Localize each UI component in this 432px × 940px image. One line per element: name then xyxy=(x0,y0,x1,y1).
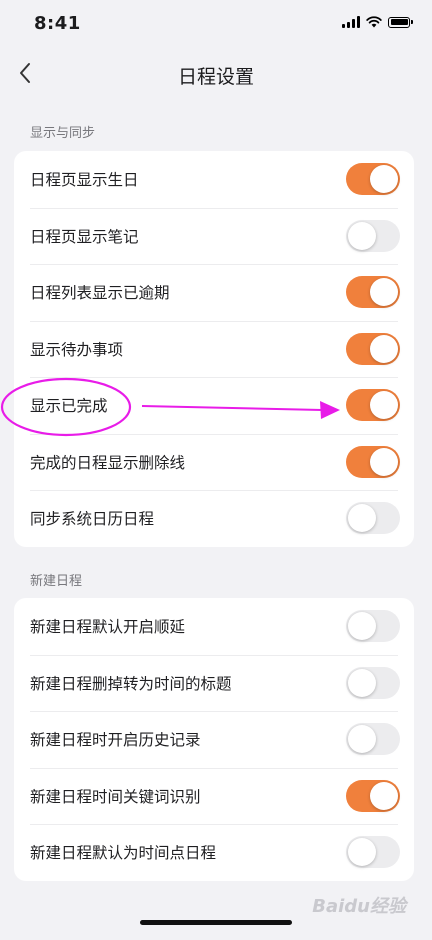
setting-row: 日程页显示生日 xyxy=(14,151,414,208)
setting-label: 新建日程默认开启顺延 xyxy=(30,618,186,637)
toggle-knob xyxy=(348,725,376,754)
setting-label: 新建日程默认为时间点日程 xyxy=(30,844,217,863)
setting-label: 日程页显示生日 xyxy=(30,171,139,190)
toggle-switch[interactable] xyxy=(346,219,400,252)
setting-row: 新建日程时开启历史记录 xyxy=(14,711,414,768)
setting-row: 新建日程时间关键词识别 xyxy=(14,767,414,825)
toggle-switch[interactable] xyxy=(346,666,400,699)
toggle-knob xyxy=(370,781,398,810)
setting-row: 新建日程默认为时间点日程 xyxy=(14,824,414,881)
setting-label: 显示已完成 xyxy=(30,397,108,416)
status-time: 8:41 xyxy=(34,13,81,34)
setting-label: 日程页显示笔记 xyxy=(30,227,139,246)
toggle-switch[interactable] xyxy=(346,163,400,196)
setting-row: 新建日程默认开启顺延 xyxy=(14,598,414,655)
toggle-switch[interactable] xyxy=(346,610,400,643)
toggle-knob xyxy=(370,447,398,476)
toggle-switch[interactable] xyxy=(346,332,400,365)
status-bar: 8:41 xyxy=(0,0,432,48)
section-header-display-sync: 显示与同步 xyxy=(30,126,96,141)
toggle-knob xyxy=(370,391,398,420)
setting-row: 新建日程删掉转为时间的标题 xyxy=(14,654,414,712)
setting-row: 显示已完成 xyxy=(14,377,414,434)
toggle-switch[interactable] xyxy=(346,389,400,422)
setting-label: 日程列表显示已逾期 xyxy=(30,284,170,303)
wifi-icon xyxy=(366,16,382,28)
toggle-switch[interactable] xyxy=(346,836,400,869)
toggle-switch[interactable] xyxy=(346,779,400,812)
setting-label: 显示待办事项 xyxy=(30,340,124,359)
setting-label: 完成的日程显示删除线 xyxy=(30,453,186,472)
battery-icon xyxy=(388,16,413,28)
home-indicator[interactable] xyxy=(140,920,292,925)
setting-row: 显示待办事项 xyxy=(14,320,414,378)
toggle-knob xyxy=(370,334,398,363)
toggle-knob xyxy=(348,838,376,867)
toggle-switch[interactable] xyxy=(346,502,400,535)
setting-label: 新建日程删掉转为时间的标题 xyxy=(30,674,232,693)
toggle-switch[interactable] xyxy=(346,276,400,309)
status-icons xyxy=(342,16,413,28)
setting-row: 日程列表显示已逾期 xyxy=(14,264,414,321)
setting-row: 完成的日程显示删除线 xyxy=(14,433,414,491)
setting-row: 日程页显示笔记 xyxy=(14,207,414,265)
setting-label: 新建日程时间关键词识别 xyxy=(30,787,201,806)
toggle-knob xyxy=(370,165,398,194)
nav-bar: 日程设置 xyxy=(0,48,432,100)
toggle-knob xyxy=(370,278,398,307)
toggle-switch[interactable] xyxy=(346,445,400,478)
toggle-switch[interactable] xyxy=(346,723,400,756)
setting-label: 同步系统日历日程 xyxy=(30,510,155,529)
toggle-knob xyxy=(348,504,376,533)
page-title: 日程设置 xyxy=(177,66,254,88)
setting-row: 同步系统日历日程 xyxy=(14,490,414,547)
setting-label: 新建日程时开启历史记录 xyxy=(30,731,201,750)
settings-card-new-event: 新建日程默认开启顺延 新建日程删掉转为时间的标题 新建日程时开启历史记录 新建日… xyxy=(14,598,414,881)
cellular-signal-icon xyxy=(342,16,360,28)
watermark: Baidu经验 xyxy=(312,896,406,917)
toggle-knob xyxy=(348,612,376,641)
section-header-new-event: 新建日程 xyxy=(30,574,83,589)
settings-card-display-sync: 日程页显示生日 日程页显示笔记 日程列表显示已逾期 显示待办事项 显示已完成 完… xyxy=(14,151,414,547)
toggle-knob xyxy=(348,668,376,697)
toggle-knob xyxy=(348,221,376,250)
